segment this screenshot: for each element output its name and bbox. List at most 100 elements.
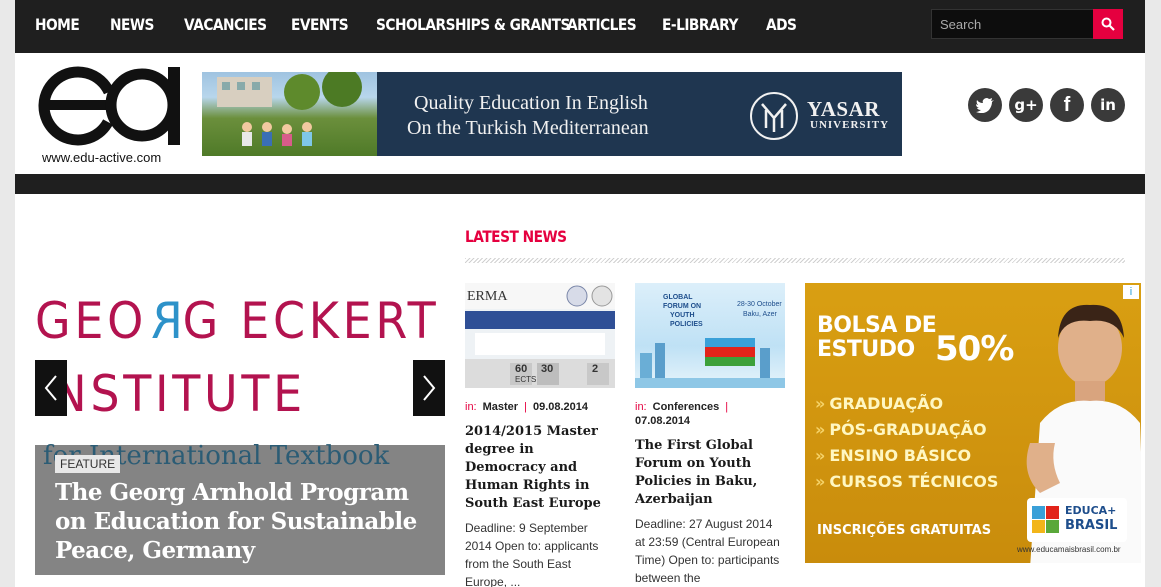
slide-image-text-a: GEO bbox=[35, 292, 147, 350]
thumb-line-global: GLOBAL bbox=[663, 294, 693, 301]
ad-course-list: » GRADUAÇÃO » PÓS-GRADUAÇÃO » ENSINO BÁSICO… bbox=[815, 391, 998, 495]
header-divider-bar bbox=[15, 174, 1145, 194]
thumb-place: Baku, Azer bbox=[743, 311, 777, 318]
banner-line1: Quality Education In English bbox=[414, 92, 648, 114]
linkedin-glyph: in bbox=[1100, 96, 1116, 114]
google-plus-glyph: g+ bbox=[1014, 96, 1038, 114]
logo-url: www.edu-active.com bbox=[42, 150, 162, 165]
slide-image-text-c: G ECKERT bbox=[182, 292, 440, 350]
ad-list-item: » CURSOS TÉCNICOS bbox=[815, 469, 998, 495]
news-thumbnail[interactable]: GLOBAL FORUM ON YOUTH POLICIES 28-30 Oct… bbox=[635, 283, 785, 388]
meta-separator: | bbox=[725, 401, 729, 413]
banner-ad-yasar[interactable]: Quality Education In English On the Turk… bbox=[202, 72, 902, 156]
news-excerpt: Deadline: 9 September 2014 Open to: appl… bbox=[465, 521, 599, 587]
news-title-link[interactable]: 2014/2015 Master degree in Democracy and… bbox=[465, 423, 615, 513]
thumb-brand: ERMA bbox=[467, 289, 508, 304]
nav-news[interactable]: NEWS bbox=[110, 15, 154, 34]
chevron-right-icon bbox=[423, 375, 436, 401]
thumb-line-policies: POLICIES bbox=[670, 321, 703, 328]
featured-slider[interactable]: GEORG ECKERT INSTITUTE for International… bbox=[35, 280, 445, 587]
slide-image-line1: GEORG ECKERT bbox=[35, 292, 439, 350]
slider-next-button[interactable] bbox=[413, 360, 445, 416]
ad-info-icon[interactable]: i bbox=[1123, 285, 1139, 299]
thumb-dates: 28-30 October bbox=[737, 301, 782, 308]
nav-e-library[interactable]: E-LIBRARY bbox=[662, 15, 738, 34]
ad-brand-line2: BRASIL bbox=[1065, 518, 1118, 533]
chevron-right-icon: » bbox=[815, 394, 826, 413]
in-label: in: bbox=[635, 401, 647, 413]
ad-title-line1: BOLSA DE bbox=[817, 313, 937, 338]
chevron-right-icon: » bbox=[815, 472, 826, 491]
slider-prev-button[interactable] bbox=[35, 360, 67, 416]
nav-articles[interactable]: ARTICLES bbox=[567, 15, 637, 34]
ad-list-item: » GRADUAÇÃO bbox=[815, 391, 998, 417]
banner-photo bbox=[202, 72, 377, 156]
chevron-left-icon bbox=[44, 375, 57, 401]
ad-url: www.educamaisbrasil.com.br bbox=[1017, 545, 1121, 554]
ad-percent: 50% bbox=[935, 329, 1014, 369]
forum-thumbnail-image bbox=[635, 338, 785, 388]
ad-footer-text: INSCRIÇÕES GRATUITAS bbox=[817, 523, 992, 538]
meta-separator: | bbox=[524, 401, 527, 413]
twitter-icon[interactable] bbox=[968, 88, 1002, 122]
search-input[interactable] bbox=[931, 9, 1094, 39]
linkedin-icon[interactable]: in bbox=[1091, 88, 1125, 122]
google-plus-icon[interactable]: g+ bbox=[1009, 88, 1043, 122]
logo-mark bbox=[38, 66, 180, 146]
nav-home[interactable]: HOME bbox=[35, 15, 80, 34]
ad-list-item: » ENSINO BÁSICO bbox=[815, 443, 998, 469]
facebook-icon[interactable]: f bbox=[1050, 88, 1084, 122]
in-label: in: bbox=[465, 401, 477, 413]
chevron-right-icon: » bbox=[815, 420, 826, 439]
page-frame: HOME NEWS VACANCIES EVENTS SCHOLARSHIPS … bbox=[15, 0, 1145, 587]
feature-badge: FEATURE bbox=[55, 455, 121, 473]
news-category-link[interactable]: Master bbox=[483, 401, 518, 413]
news-item: GLOBAL FORUM ON YOUTH POLICIES 28-30 Oct… bbox=[635, 283, 785, 587]
banner-line2: On the Turkish Mediterranean bbox=[407, 117, 649, 139]
nav-scholarships-grants[interactable]: SCHOLARSHIPS & GRANTS bbox=[376, 15, 570, 34]
search-button[interactable] bbox=[1093, 9, 1123, 39]
slide-caption: for International Textbook FEATURE The G… bbox=[35, 441, 445, 575]
news-category-link[interactable]: Conferences bbox=[653, 401, 720, 413]
thumb-label-1: ECTS bbox=[515, 375, 537, 384]
thumb-line-youth: YOUTH bbox=[670, 312, 695, 319]
thumb-number-2: 30 bbox=[541, 363, 554, 375]
twitter-bird-glyph bbox=[976, 97, 994, 113]
slide-title[interactable]: The Georg Arnhold Program on Education f… bbox=[55, 478, 435, 565]
ad-list-item-label: ENSINO BÁSICO bbox=[829, 446, 972, 465]
thumb-line-forum: FORUM ON bbox=[663, 303, 702, 310]
latest-news-heading: LATEST NEWS bbox=[465, 227, 567, 246]
nav-vacancies[interactable]: VACANCIES bbox=[184, 15, 267, 34]
search-icon bbox=[1101, 17, 1115, 31]
news-item: ERMA 60 ECTS 30 2 in: Master | 09.08.2014 2… bbox=[465, 283, 615, 587]
thumb-number-1: 60 bbox=[515, 363, 528, 375]
top-nav: HOME NEWS VACANCIES EVENTS SCHOLARSHIPS … bbox=[15, 0, 1145, 53]
ad-brand-line1: EDUCA+ bbox=[1065, 504, 1117, 517]
thumb-number-3: 2 bbox=[592, 363, 599, 375]
nav-ads[interactable]: ADS bbox=[766, 15, 797, 34]
campus-image bbox=[217, 72, 362, 146]
ad-list-item-label: PÓS-GRADUAÇÃO bbox=[829, 420, 987, 439]
section-divider bbox=[465, 258, 1125, 263]
news-date: 09.08.2014 bbox=[532, 401, 589, 413]
sidebar-ad-educa-brasil[interactable]: i BOLSA DE ESTUDO 50% » GRADUAÇÃO » PÓS-GR… bbox=[805, 283, 1141, 563]
facebook-glyph: f bbox=[1063, 93, 1071, 116]
ad-title-line2: ESTUDO bbox=[817, 337, 915, 362]
ad-list-item-label: CURSOS TÉCNICOS bbox=[829, 472, 999, 491]
news-date: 07.08.2014 bbox=[635, 415, 691, 427]
puzzle-icon bbox=[1032, 506, 1059, 533]
banner-brand-sub: UNIVERSITY bbox=[810, 119, 890, 131]
ad-list-item: » PÓS-GRADUAÇÃO bbox=[815, 417, 998, 443]
educa-brasil-logo: EDUCA+ BRASIL bbox=[1027, 498, 1127, 542]
nav-events[interactable]: EVENTS bbox=[291, 15, 349, 34]
slide-image-line2: INSTITUTE bbox=[35, 365, 306, 423]
ad-list-item-label: GRADUAÇÃO bbox=[829, 394, 944, 413]
news-excerpt: Deadline: 27 August 2014 at 23:59 (Centr… bbox=[635, 517, 780, 585]
news-meta: in: Conferences | 07.08.2014 bbox=[635, 400, 785, 428]
slide-image-text-b: R bbox=[146, 292, 183, 350]
news-thumbnail[interactable]: ERMA 60 ECTS 30 2 bbox=[465, 283, 615, 388]
yasar-emblem-icon bbox=[750, 92, 798, 140]
news-meta: in: Master | 09.08.2014 bbox=[465, 400, 615, 414]
news-title-link[interactable]: The First Global Forum on Youth Policies… bbox=[635, 437, 785, 509]
chevron-right-icon: » bbox=[815, 446, 826, 465]
